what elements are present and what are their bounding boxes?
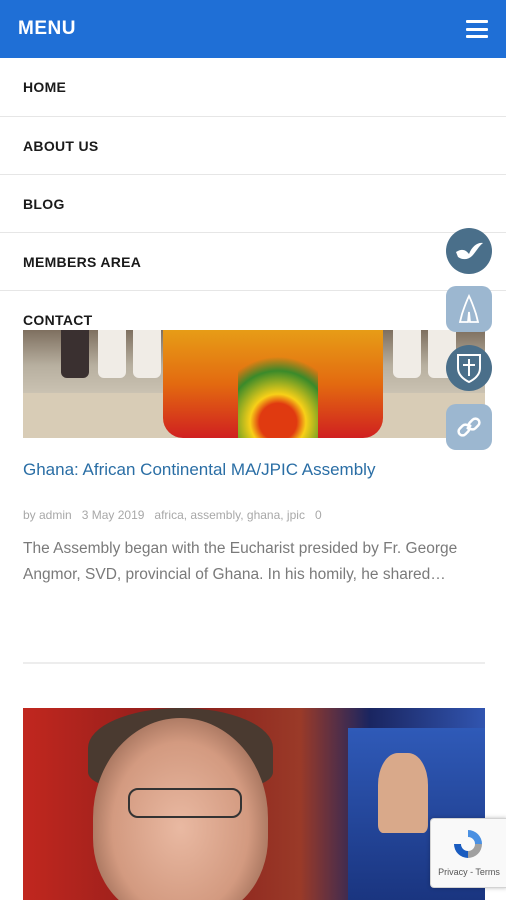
link-icon[interactable]	[446, 404, 492, 450]
menu-item-about-us[interactable]: ABOUT US	[0, 117, 506, 175]
post-excerpt: The Assembly began with the Eucharist pr…	[23, 540, 458, 583]
post-date: 3 May 2019	[81, 508, 145, 522]
post-author-link[interactable]: by admin	[23, 508, 72, 522]
menu-item-home[interactable]: HOME	[0, 58, 506, 117]
menu-item-blog[interactable]: BLOG	[0, 175, 506, 233]
post-comments-count[interactable]: 0	[315, 508, 322, 522]
post-divider	[23, 662, 485, 664]
praying-hands-icon[interactable]	[446, 286, 492, 332]
recaptcha-icon	[454, 830, 482, 858]
recaptcha-legal-links[interactable]: Privacy - Terms	[431, 867, 506, 877]
post-image-ghana[interactable]	[23, 318, 485, 438]
recaptcha-badge[interactable]: Privacy - Terms	[430, 818, 506, 888]
crest-icon[interactable]	[446, 345, 492, 391]
menu-title: MENU	[18, 18, 76, 39]
post-tags-link[interactable]: africa, assembly, ghana, jpic	[154, 508, 305, 522]
menu-item-contact[interactable]: CONTACT	[0, 291, 506, 330]
post-image-speaker[interactable]	[23, 708, 485, 900]
dove-icon[interactable]	[446, 228, 492, 274]
dropdown-menu: HOME ABOUT US BLOG MEMBERS AREA CONTACT	[0, 58, 506, 330]
post-title-link[interactable]: Ghana: African Continental MA/JPIC Assem…	[23, 460, 375, 480]
menu-item-members-area[interactable]: MEMBERS AREA	[0, 233, 506, 291]
top-bar: MENU	[0, 0, 506, 58]
hamburger-icon[interactable]	[466, 20, 488, 38]
post-meta: by admin 3 May 2019 africa, assembly, gh…	[23, 508, 322, 522]
